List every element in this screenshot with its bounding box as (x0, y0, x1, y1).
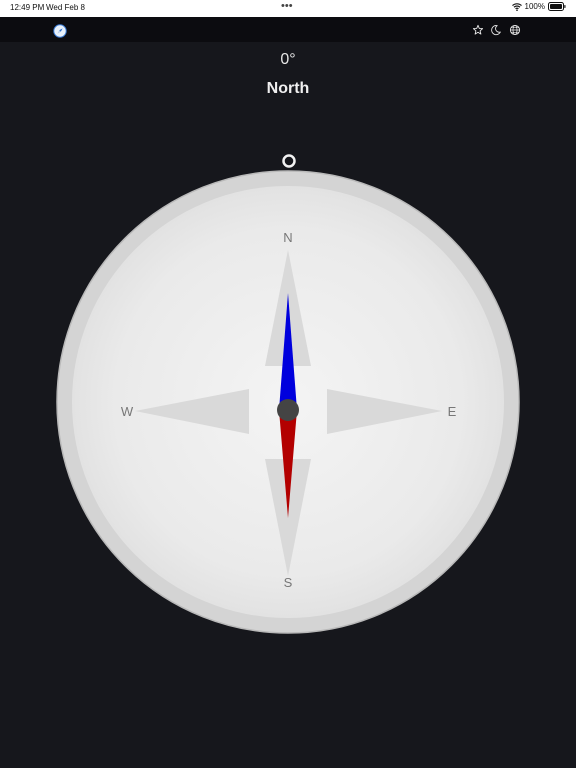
cardinal-e: E (448, 404, 457, 419)
cardinal-n: N (283, 230, 292, 245)
needle-pivot (277, 399, 299, 421)
cardinal-w: W (121, 404, 134, 419)
heading-marker (282, 154, 296, 168)
cardinal-s: S (284, 575, 293, 590)
compass-dial: N E S W (56, 154, 520, 634)
